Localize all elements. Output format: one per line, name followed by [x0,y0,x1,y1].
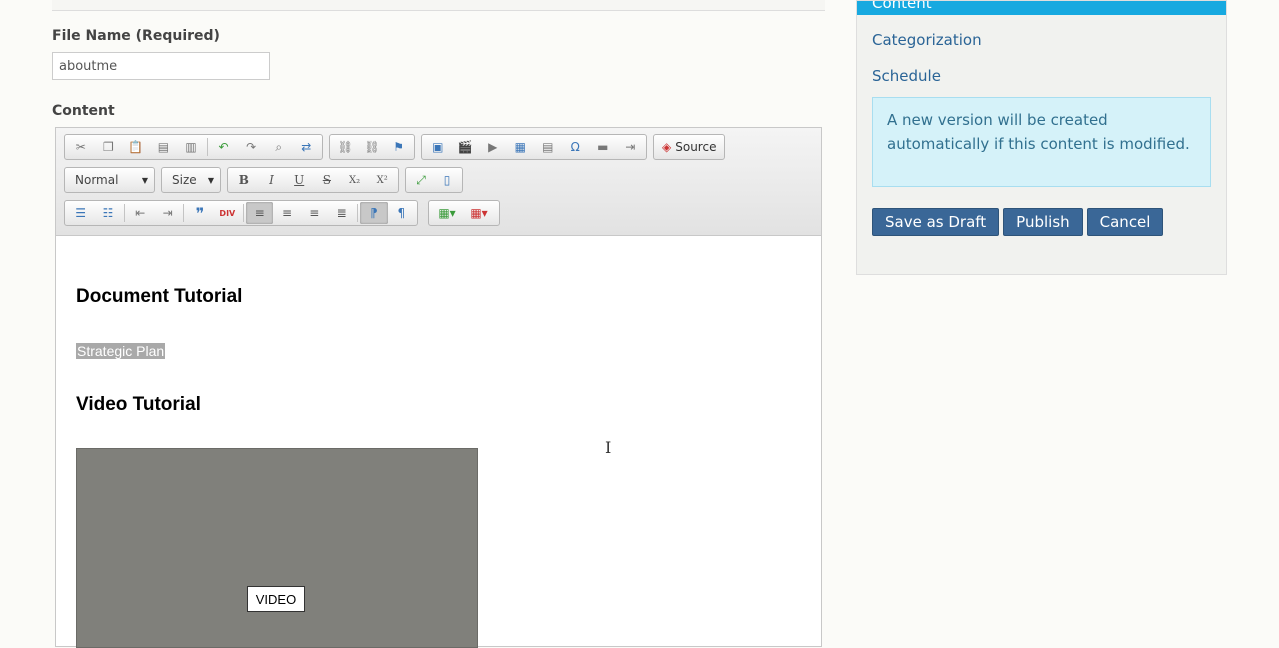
align-right-icon[interactable]: ≡ [301,202,328,224]
numbered-list-icon[interactable]: ☰ [67,202,94,224]
action-buttons: Save as Draft Publish Cancel [872,208,1164,236]
superscript-button[interactable]: X² [368,169,396,191]
blockquote-icon[interactable]: ❞ [186,202,213,224]
sidebar-item-schedule[interactable]: Schedule [872,67,941,85]
redo-icon[interactable]: ↷ [237,136,265,158]
page-break-icon[interactable]: ⇥ [617,136,645,158]
align-justify-icon[interactable]: ≣ [328,202,355,224]
source-label: Source [675,140,717,154]
cancel-button[interactable]: Cancel [1086,208,1164,236]
source-toolbar-group: ◈ Source [653,134,725,160]
video-tutorial-heading: Video Tutorial [76,394,201,415]
youtube-icon[interactable]: ▶ [479,136,507,158]
template-icon[interactable]: ▤ [534,136,562,158]
clipboard-toolbar-group: ✂ ❐ 📋 ▤ ▥ ↶ ↷ ⌕ ⇄ [64,134,323,160]
chevron-down-icon: ▼ [141,175,148,185]
toolbar-separator [243,204,244,222]
publish-button[interactable]: Publish [1003,208,1083,236]
format-dropdown[interactable]: Normal ▼ [64,167,155,193]
sidebar-item-content[interactable]: Content [857,1,1226,15]
video-embed-placeholder[interactable]: VIDEO [76,448,478,648]
text-style-toolbar-group: B I U S X₂ X² [227,167,399,193]
maximize-icon[interactable]: ⤢ [408,169,434,191]
file-name-label: File Name (Required) [52,28,220,44]
image-icon[interactable]: ▣ [424,136,452,158]
rtl-direction-icon[interactable]: ¶ [388,202,415,224]
undo-icon[interactable]: ↶ [210,136,238,158]
underline-button[interactable]: U [285,169,313,191]
version-notice: A new version will be created automatica… [872,97,1211,187]
find-icon[interactable]: ⌕ [265,136,293,158]
section-divider [52,0,825,11]
widgets-dropdown-icon[interactable]: ▦▾ [431,202,463,224]
special-char-icon[interactable]: Ω [562,136,590,158]
file-name-input[interactable] [52,52,270,80]
paste-icon[interactable]: 📋 [122,136,150,158]
show-blocks-icon[interactable]: ▯ [434,169,460,191]
toolbar-separator [206,138,208,156]
cut-icon[interactable]: ✂ [67,136,95,158]
chevron-down-icon: ▼ [207,175,214,185]
align-left-icon[interactable]: ≡ [245,202,274,224]
replace-icon[interactable]: ⇄ [292,136,320,158]
view-toolbar-group: ⤢ ▯ [405,167,463,193]
format-value: Normal [75,173,119,187]
bold-button[interactable]: B [230,169,258,191]
text-cursor-icon: I [605,438,612,457]
source-button[interactable]: ◈ Source [656,140,722,154]
anchor-icon[interactable]: ⚑ [385,136,412,158]
editor-toolbar: ✂ ❐ 📋 ▤ ▥ ↶ ↷ ⌕ ⇄ ⛓ ⛓ ⚑ ▣ 🎬 ▶ ▦ ▤ Ω ▬ ⇥ [56,128,821,236]
toolbar-separator [183,204,185,222]
link-icon[interactable]: ⛓ [332,136,359,158]
subscript-button[interactable]: X₂ [341,169,369,191]
paste-text-icon[interactable]: ▤ [150,136,178,158]
decrease-indent-icon[interactable]: ⇤ [127,202,154,224]
video-icon[interactable]: 🎬 [452,136,480,158]
sidebar-item-content-label: Content [872,1,932,12]
document-tutorial-heading: Document Tutorial [76,286,243,307]
size-value: Size [172,173,197,187]
strikethrough-button[interactable]: S [313,169,341,191]
italic-button[interactable]: I [258,169,286,191]
table-icon[interactable]: ▦ [507,136,535,158]
align-center-icon[interactable]: ≡ [273,202,300,224]
copy-icon[interactable]: ❐ [95,136,123,158]
sidebar-panel: Content Categorization Schedule A new ve… [856,0,1227,275]
paste-word-icon[interactable]: ▥ [177,136,205,158]
div-container-icon[interactable]: DIV [214,202,241,224]
link-toolbar-group: ⛓ ⛓ ⚑ [329,134,415,160]
sidebar-item-categorization[interactable]: Categorization [872,31,982,49]
save-as-draft-button[interactable]: Save as Draft [872,208,1000,236]
insert-toolbar-group: ▣ 🎬 ▶ ▦ ▤ Ω ▬ ⇥ [421,134,647,160]
video-label: VIDEO [247,586,305,612]
ltr-direction-icon[interactable]: ⁋ [360,202,388,224]
source-icon: ◈ [662,140,672,154]
insert-extras-toolbar-group: ▦▾ ▦▾ [428,200,500,226]
rich-text-editor: ✂ ❐ 📋 ▤ ▥ ↶ ↷ ⌕ ⇄ ⛓ ⛓ ⚑ ▣ 🎬 ▶ ▦ ▤ Ω ▬ ⇥ [55,127,822,648]
paragraph-toolbar-group: ☰ ☷ ⇤ ⇥ ❞ DIV ≡ ≡ ≡ ≣ ⁋ ¶ [64,200,418,226]
horizontal-rule-icon[interactable]: ▬ [589,136,617,158]
toolbar-separator [357,204,359,222]
increase-indent-icon[interactable]: ⇥ [154,202,181,224]
unlink-icon[interactable]: ⛓ [359,136,386,158]
content-label: Content [52,103,115,119]
strategic-plan-link[interactable]: Strategic Plan [76,343,166,359]
bulleted-list-icon[interactable]: ☷ [94,202,121,224]
toolbar-separator [123,204,125,222]
size-dropdown[interactable]: Size ▼ [161,167,221,193]
table-dropdown-icon[interactable]: ▦▾ [463,202,495,224]
